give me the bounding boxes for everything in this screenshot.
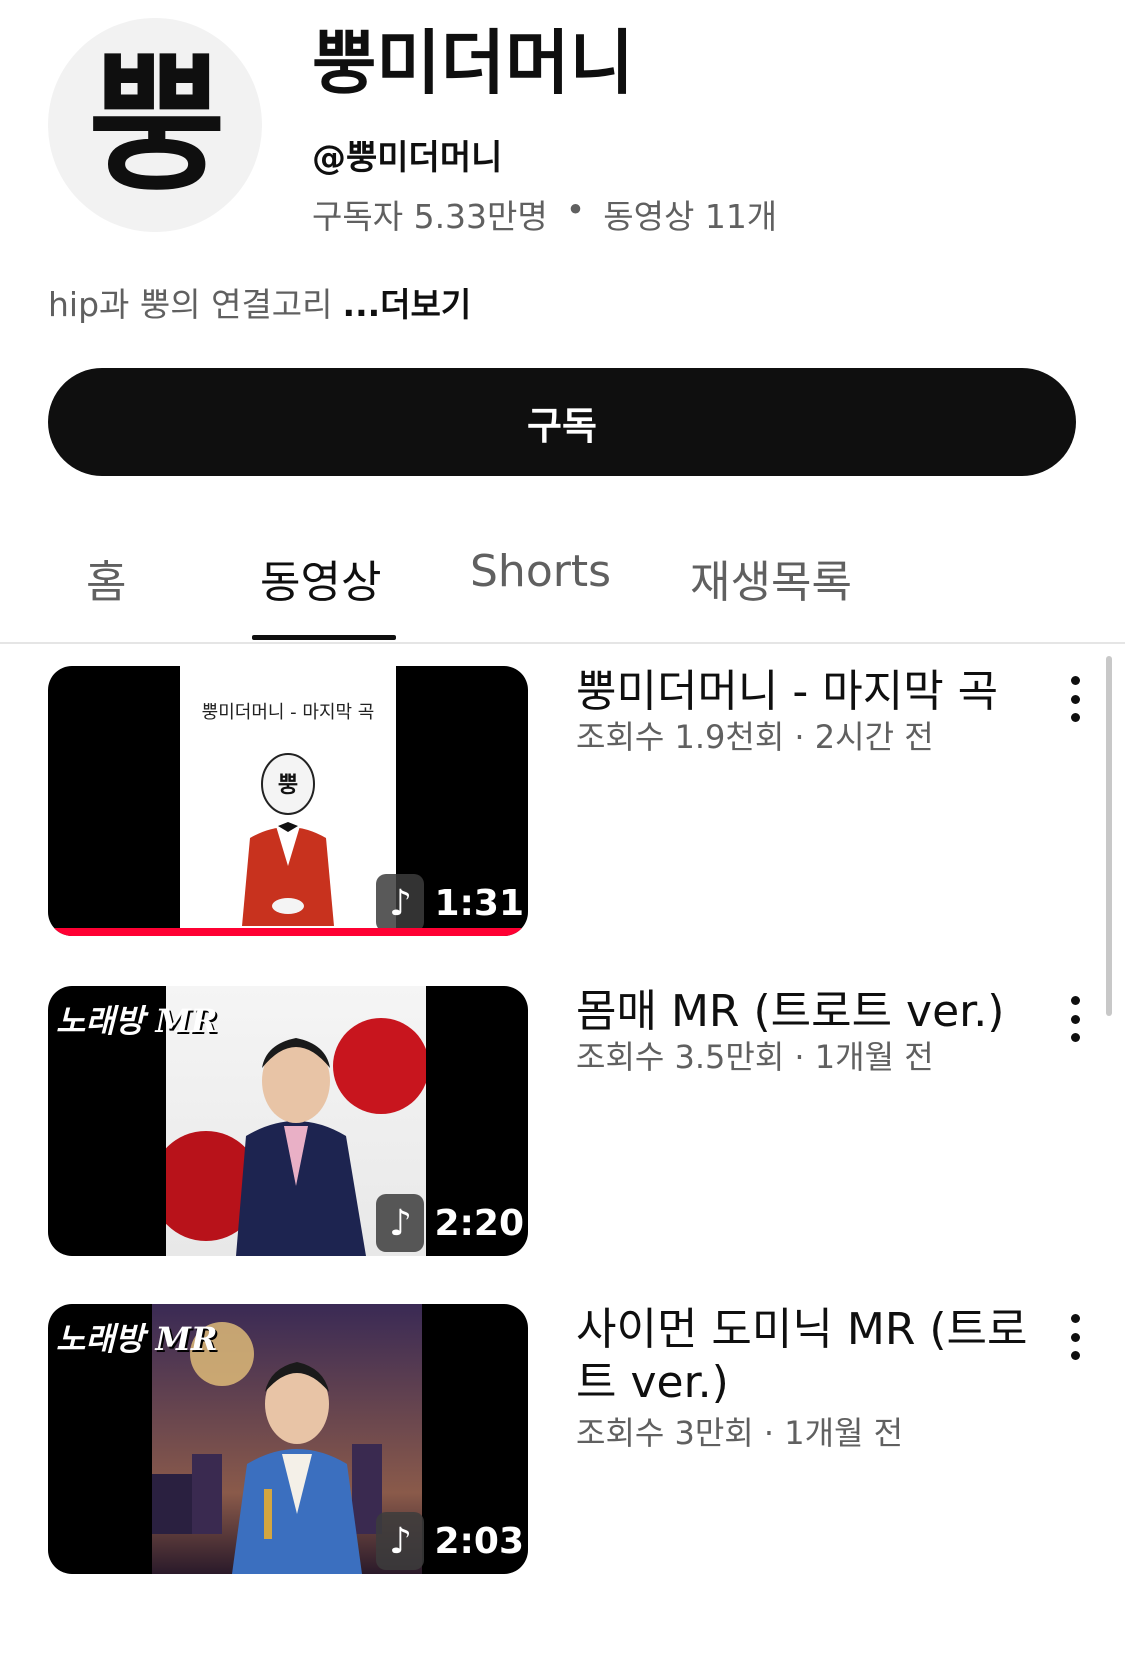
more-vert-icon[interactable] xyxy=(1060,996,1090,1042)
avatar-text: 뿡 xyxy=(87,38,226,212)
duration-badge: ♪ 2:03 xyxy=(376,1512,524,1570)
tab-playlists[interactable]: 재생목록 xyxy=(690,546,852,610)
channel-handle: @뿡미더머니 xyxy=(312,138,503,178)
thumbnail-art: 뿡미더머니 - 마지막 곡 뿡 xyxy=(180,666,396,936)
duration-badge: ♪ 1:31 xyxy=(376,874,524,932)
subscribe-button[interactable]: 구독 xyxy=(48,368,1076,476)
subscriber-count: 구독자 5.33만명 xyxy=(312,197,548,236)
video-duration: 2:20 xyxy=(434,1202,524,1244)
tab-videos[interactable]: 동영상 xyxy=(260,546,381,610)
music-note-icon: ♪ xyxy=(376,1512,425,1570)
channel-avatar[interactable]: 뿡 xyxy=(48,18,262,232)
description-text: hip과 뿡의 연결고리 xyxy=(48,285,333,324)
duration-badge: ♪ 2:20 xyxy=(376,1194,524,1252)
karaoke-mr-label: 노래방 MR xyxy=(56,1320,218,1358)
video-title[interactable]: 사이먼 도미닉 MR (트로트 ver.) xyxy=(576,1304,1036,1410)
video-duration: 2:03 xyxy=(434,1520,524,1562)
tab-shorts[interactable]: Shorts xyxy=(470,546,611,597)
video-duration: 1:31 xyxy=(434,882,524,924)
video-meta: 조회수 3.5만회 · 1개월 전 xyxy=(576,1038,934,1076)
channel-tabs: 홈 동영상 Shorts 재생목록 xyxy=(0,536,1125,644)
svg-text:뿡: 뿡 xyxy=(278,773,298,798)
watch-progress-bar xyxy=(48,928,528,936)
stats-separator: • xyxy=(565,190,586,229)
active-tab-indicator xyxy=(252,635,396,640)
tab-home[interactable]: 홈 xyxy=(86,546,126,610)
music-note-icon: ♪ xyxy=(376,874,425,932)
video-title[interactable]: 몸매 MR (트로트 ver.) xyxy=(576,986,1036,1039)
video-title[interactable]: 뿡미더머니 - 마지막 곡 xyxy=(576,666,1036,719)
more-vert-icon[interactable] xyxy=(1060,676,1090,722)
channel-stats: 구독자 5.33만명 • 동영상 11개 xyxy=(312,190,777,238)
suit-character-illustration: 뿡 xyxy=(242,753,334,926)
video-thumbnail[interactable]: 노래방 MR ♪ 2:20 xyxy=(48,986,528,1256)
channel-name: 뿡미더머니 xyxy=(312,22,634,104)
channel-description[interactable]: hip과 뿡의 연결고리 ...더보기 xyxy=(48,278,471,326)
karaoke-mr-label: 노래방 MR xyxy=(56,1002,218,1040)
video-row[interactable]: 노래방 MR ♪ 2:03 사이먼 도미닉 MR (트로트 ver.) 조회수 … xyxy=(0,1304,1125,1574)
video-thumbnail[interactable]: 뿡미더머니 - 마지막 곡 뿡 ♪ 1:31 xyxy=(48,666,528,936)
video-row[interactable]: 뿡미더머니 - 마지막 곡 뿡 ♪ 1:31 뿡미더머니 - 마지막 곡 조회수… xyxy=(0,666,1125,936)
video-row[interactable]: 노래방 MR ♪ 2:20 몸매 MR (트로트 ver.) 조회수 3.5만회… xyxy=(0,986,1125,1256)
more-vert-icon[interactable] xyxy=(1060,1314,1090,1360)
video-thumbnail[interactable]: 노래방 MR ♪ 2:03 xyxy=(48,1304,528,1574)
more-link[interactable]: ...더보기 xyxy=(343,285,472,324)
video-count: 동영상 11개 xyxy=(603,197,778,236)
scrollbar[interactable] xyxy=(1106,656,1112,1016)
video-meta: 조회수 1.9천회 · 2시간 전 xyxy=(576,718,934,756)
video-meta: 조회수 3만회 · 1개월 전 xyxy=(576,1414,904,1452)
music-note-icon: ♪ xyxy=(376,1194,425,1252)
